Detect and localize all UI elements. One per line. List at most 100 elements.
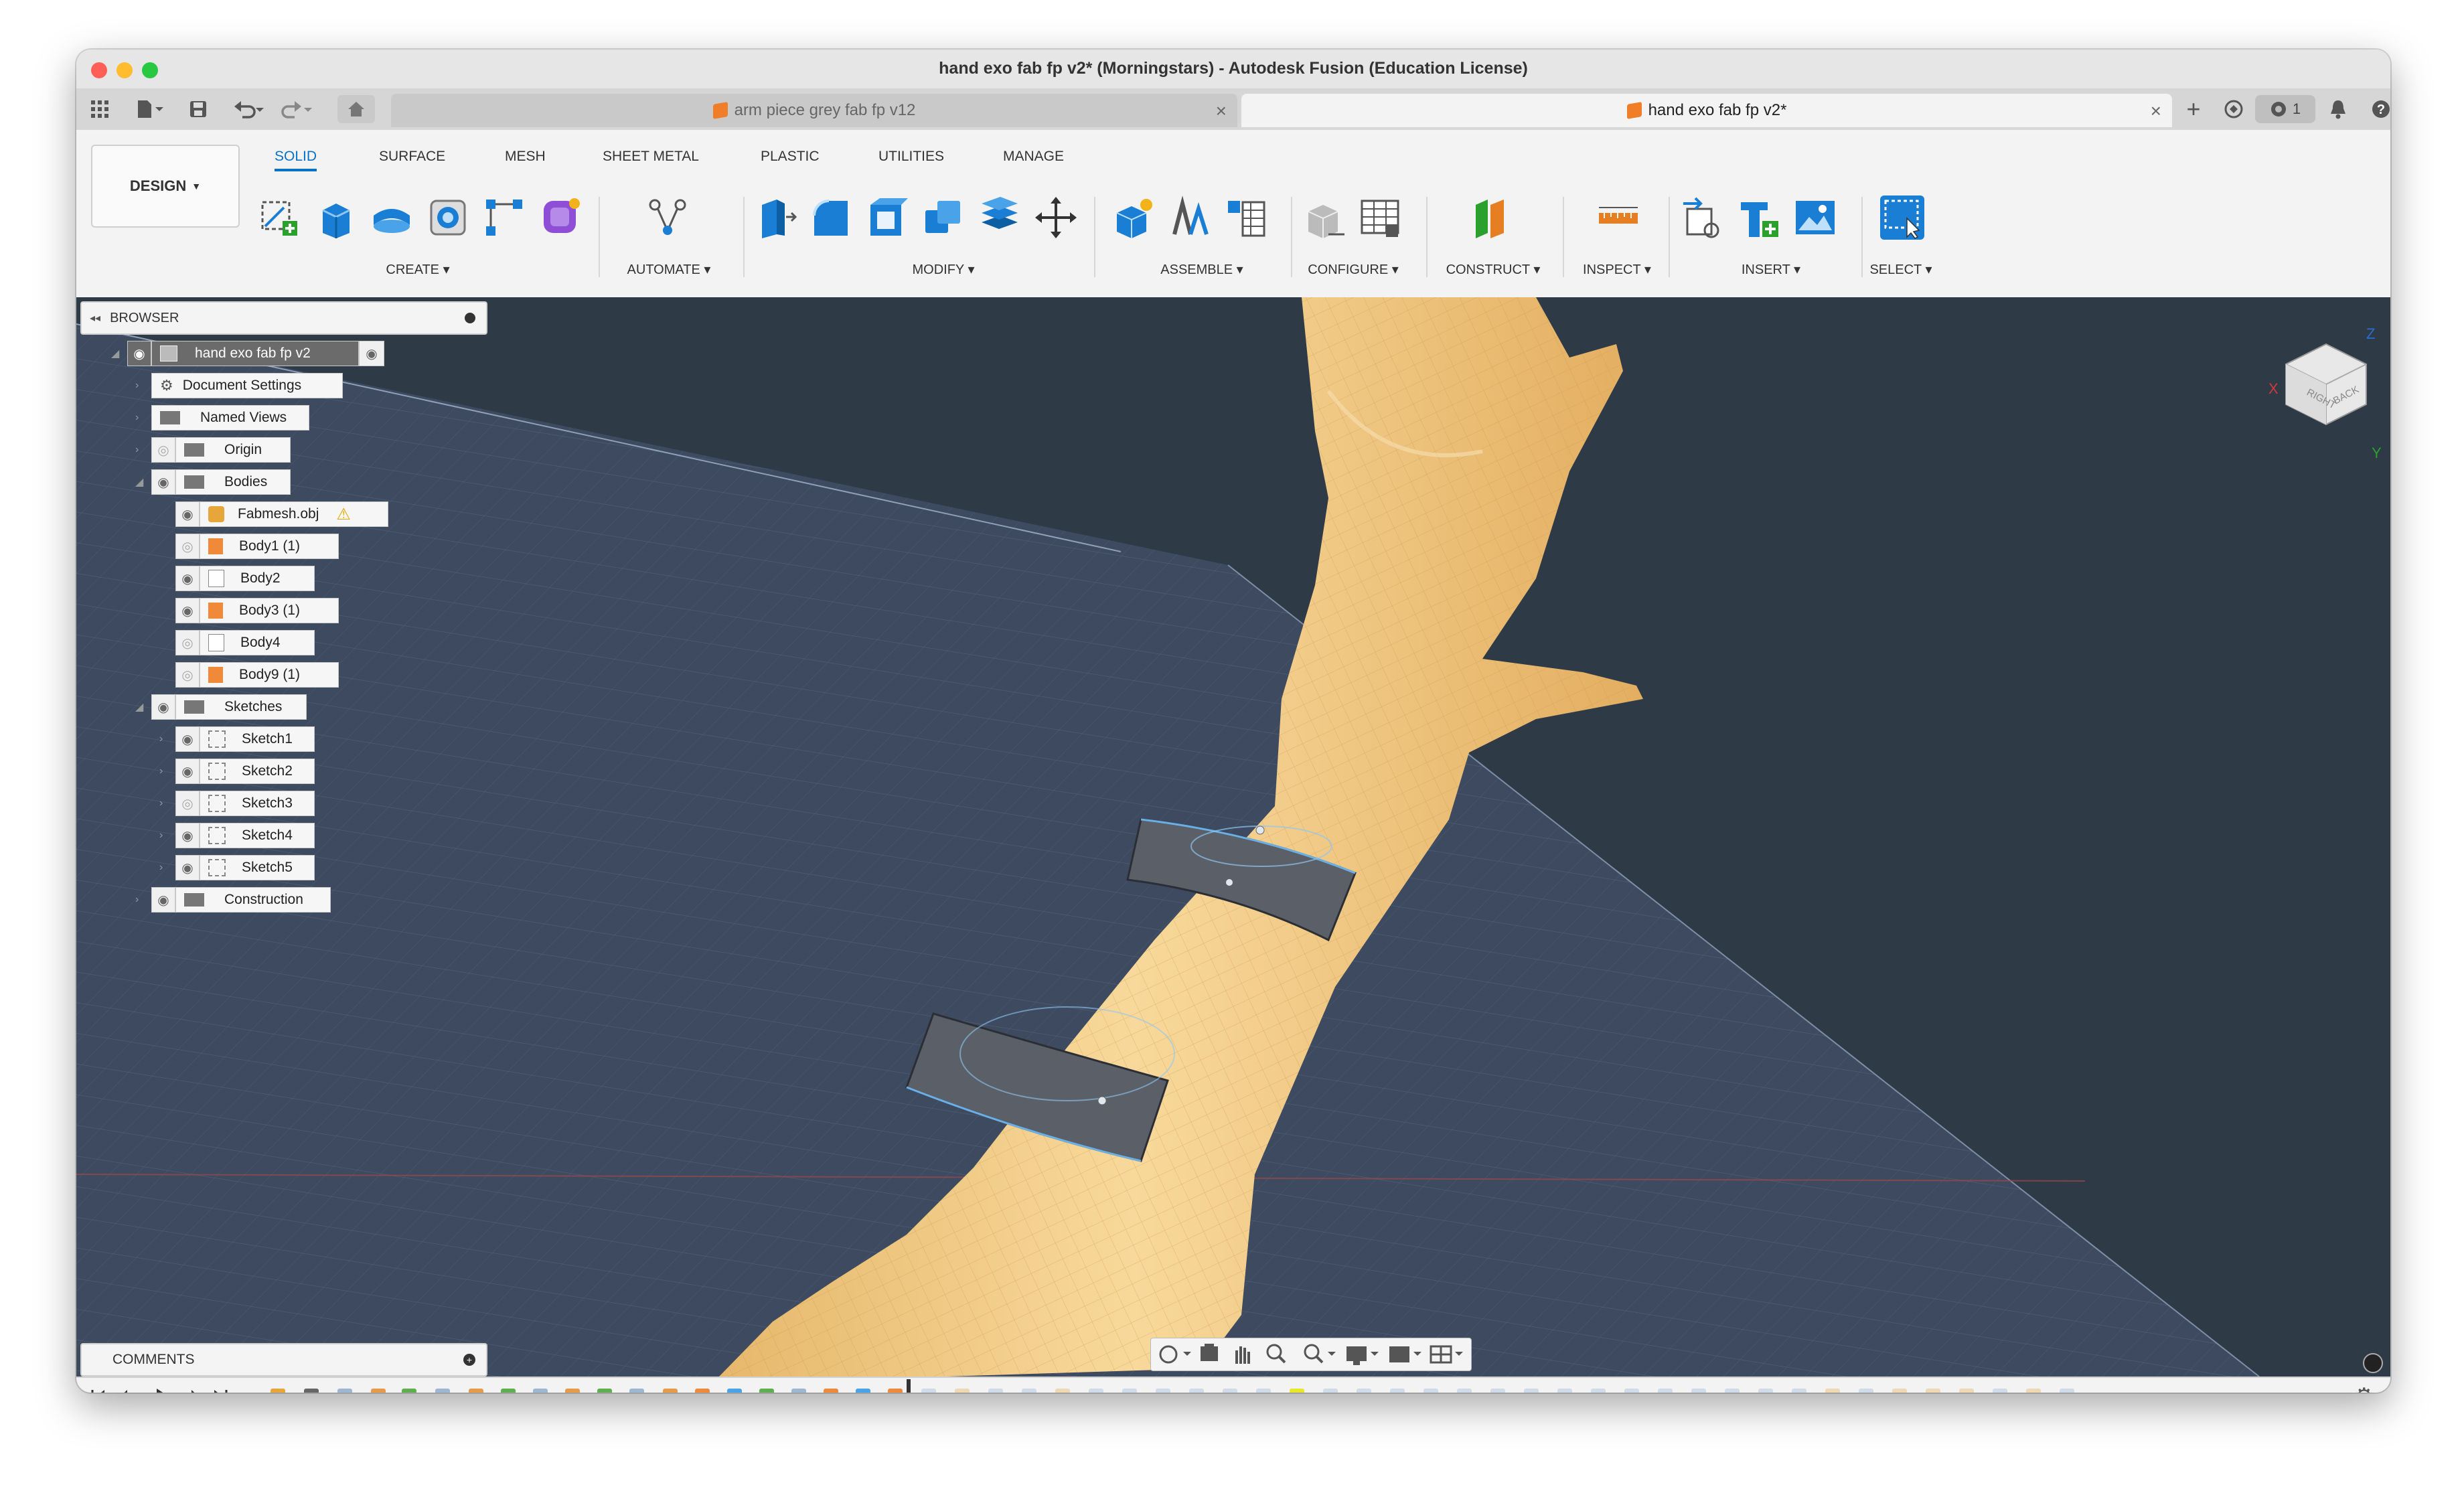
joint-icon[interactable]: [1168, 195, 1212, 240]
timeline-feature-suppressed[interactable]: [1557, 1389, 1572, 1393]
timeline-feature[interactable]: [371, 1389, 386, 1393]
tab-solid[interactable]: SOLID: [275, 149, 317, 171]
timeline-first-icon[interactable]: [91, 1390, 104, 1393]
timeline-feature[interactable]: [304, 1389, 319, 1393]
timeline-feature-suppressed[interactable]: [1725, 1389, 1740, 1393]
visibility-eye-icon[interactable]: ◉: [151, 694, 175, 720]
timeline-feature-suppressed[interactable]: [1993, 1389, 2007, 1393]
visibility-eye-icon[interactable]: ◉: [175, 598, 200, 623]
timeline-play-icon[interactable]: [157, 1389, 170, 1393]
revolve-icon[interactable]: [370, 195, 414, 240]
timeline-feature[interactable]: [597, 1389, 612, 1393]
close-tab-icon[interactable]: ×: [2151, 100, 2161, 122]
insert-canvas-icon[interactable]: [1793, 195, 1837, 240]
job-status-icon[interactable]: 1: [2255, 95, 2315, 123]
browser-item-body9[interactable]: ◎ Body9 (1): [175, 661, 339, 688]
visibility-eye-icon[interactable]: ◉: [151, 887, 175, 913]
notifications-bell-icon[interactable]: [2323, 95, 2353, 123]
timeline-feature-suppressed[interactable]: [988, 1389, 1003, 1393]
file-menu-icon[interactable]: [130, 95, 170, 123]
create-group-label[interactable]: CREATE ▾: [364, 261, 471, 278]
timeline-feature-suppressed[interactable]: [1691, 1389, 1706, 1393]
tab-utilities[interactable]: UTILITIES: [878, 149, 944, 165]
timeline-next-icon[interactable]: [189, 1390, 200, 1393]
timeline-feature[interactable]: [402, 1389, 416, 1393]
orbit-icon[interactable]: [1159, 1345, 1191, 1364]
undo-icon[interactable]: [229, 95, 269, 123]
browser-item-fabmesh[interactable]: ◉ Fabmesh.obj ⚠: [175, 501, 388, 528]
activate-radio-icon[interactable]: ◉: [359, 341, 384, 366]
tab-plastic[interactable]: PLASTIC: [761, 149, 820, 165]
viewcube[interactable]: RIGHT BACK X Y Z: [2266, 324, 2386, 461]
timeline-feature-suppressed[interactable]: [1591, 1389, 1606, 1393]
save-icon[interactable]: [183, 95, 213, 123]
timeline-feature-suppressed[interactable]: [1758, 1389, 1773, 1393]
automate-group-label[interactable]: AUTOMATE ▾: [612, 261, 726, 278]
browser-item-construction[interactable]: › ◉ Construction: [135, 886, 331, 913]
collapse-browser-icon[interactable]: ◂◂: [90, 311, 100, 325]
insert-mcmaster-icon[interactable]: [1737, 195, 1781, 240]
timeline-feature-highlighted[interactable]: [1290, 1389, 1304, 1393]
browser-item-bodies[interactable]: ◢ ◉ Bodies: [135, 469, 291, 495]
timeline-feature[interactable]: [727, 1389, 742, 1393]
timeline-feature[interactable]: [663, 1389, 678, 1393]
timeline-feature-suppressed[interactable]: [1892, 1389, 1907, 1393]
extrude-icon[interactable]: [313, 195, 358, 240]
timeline-feature[interactable]: [856, 1389, 870, 1393]
configuration-table-icon[interactable]: [1358, 195, 1402, 240]
timeline-feature[interactable]: [501, 1389, 516, 1393]
expand-caret-icon[interactable]: ›: [159, 862, 163, 874]
viewports-icon[interactable]: [1430, 1345, 1463, 1364]
combine-icon[interactable]: [921, 195, 966, 240]
browser-item-body2[interactable]: ◉ Body2: [175, 565, 315, 592]
pin-icon[interactable]: [465, 313, 475, 323]
tab-hand-exo[interactable]: hand exo fab fp v2* ×: [1241, 94, 2172, 127]
timeline-feature[interactable]: [791, 1389, 806, 1393]
timeline-feature-suppressed[interactable]: [1457, 1389, 1472, 1393]
expand-caret-icon[interactable]: ›: [135, 412, 139, 424]
move-icon[interactable]: [1034, 195, 1078, 240]
browser-header[interactable]: ◂◂ BROWSER: [80, 301, 487, 335]
extensions-icon[interactable]: [2219, 95, 2248, 123]
close-tab-icon[interactable]: ×: [1216, 100, 1227, 122]
help-icon[interactable]: ?: [2366, 95, 2390, 123]
timeline-feature-suppressed[interactable]: [1089, 1389, 1103, 1393]
timeline-feature-suppressed[interactable]: [1792, 1389, 1806, 1393]
timeline-feature-suppressed[interactable]: [1959, 1389, 1974, 1393]
tab-mesh[interactable]: MESH: [505, 149, 546, 165]
browser-item-sketch2[interactable]: › ◉ Sketch2: [159, 758, 315, 785]
expand-caret-icon[interactable]: ›: [159, 797, 163, 809]
warning-icon[interactable]: ⚠: [336, 505, 351, 524]
tree-root[interactable]: ◢ ◉ hand exo fab fp v2 ◉: [111, 340, 384, 367]
add-comment-icon[interactable]: +: [463, 1354, 475, 1366]
fillet-icon[interactable]: [809, 195, 853, 240]
browser-item-sketch3[interactable]: › ◎ Sketch3: [159, 790, 315, 817]
timeline-feature-suppressed[interactable]: [2026, 1389, 2041, 1393]
workspace-switcher-button[interactable]: DESIGN ▼: [91, 145, 240, 228]
bill-of-materials-icon[interactable]: [1224, 195, 1268, 240]
root-component-label[interactable]: hand exo fab fp v2: [151, 341, 359, 366]
browser-item-sketches[interactable]: ◢ ◉ Sketches: [135, 694, 307, 720]
expand-caret-icon[interactable]: ◢: [111, 347, 119, 360]
timeline-feature-suppressed[interactable]: [1323, 1389, 1338, 1393]
display-settings-icon[interactable]: [1346, 1346, 1379, 1365]
timeline-feature[interactable]: [824, 1389, 838, 1393]
timeline-feature[interactable]: [695, 1389, 710, 1393]
timeline-feature-suppressed[interactable]: [1156, 1389, 1170, 1393]
press-pull-icon[interactable]: [753, 195, 797, 240]
look-at-icon[interactable]: [1201, 1344, 1218, 1361]
configure-group-label[interactable]: CONFIGURE ▾: [1296, 261, 1410, 278]
timeline-feature-suppressed[interactable]: [1926, 1389, 1940, 1393]
apps-grid-icon[interactable]: [83, 95, 117, 123]
visibility-eye-icon[interactable]: ◎: [175, 630, 200, 655]
expand-caret-icon[interactable]: ›: [135, 444, 139, 456]
automate-icon[interactable]: [645, 195, 690, 240]
visibility-eye-icon[interactable]: ◎: [175, 534, 200, 559]
create-sketch-icon[interactable]: [257, 195, 301, 240]
timeline-marker[interactable]: [907, 1379, 911, 1393]
tab-arm-piece[interactable]: arm piece grey fab fp v12 ×: [391, 94, 1237, 127]
select-window-icon[interactable]: [1880, 195, 1924, 240]
timeline-settings-gear-icon[interactable]: ⚙: [2354, 1383, 2374, 1393]
browser-item-origin[interactable]: › ◎ Origin: [135, 437, 291, 463]
timeline-feature-suppressed[interactable]: [1223, 1389, 1237, 1393]
